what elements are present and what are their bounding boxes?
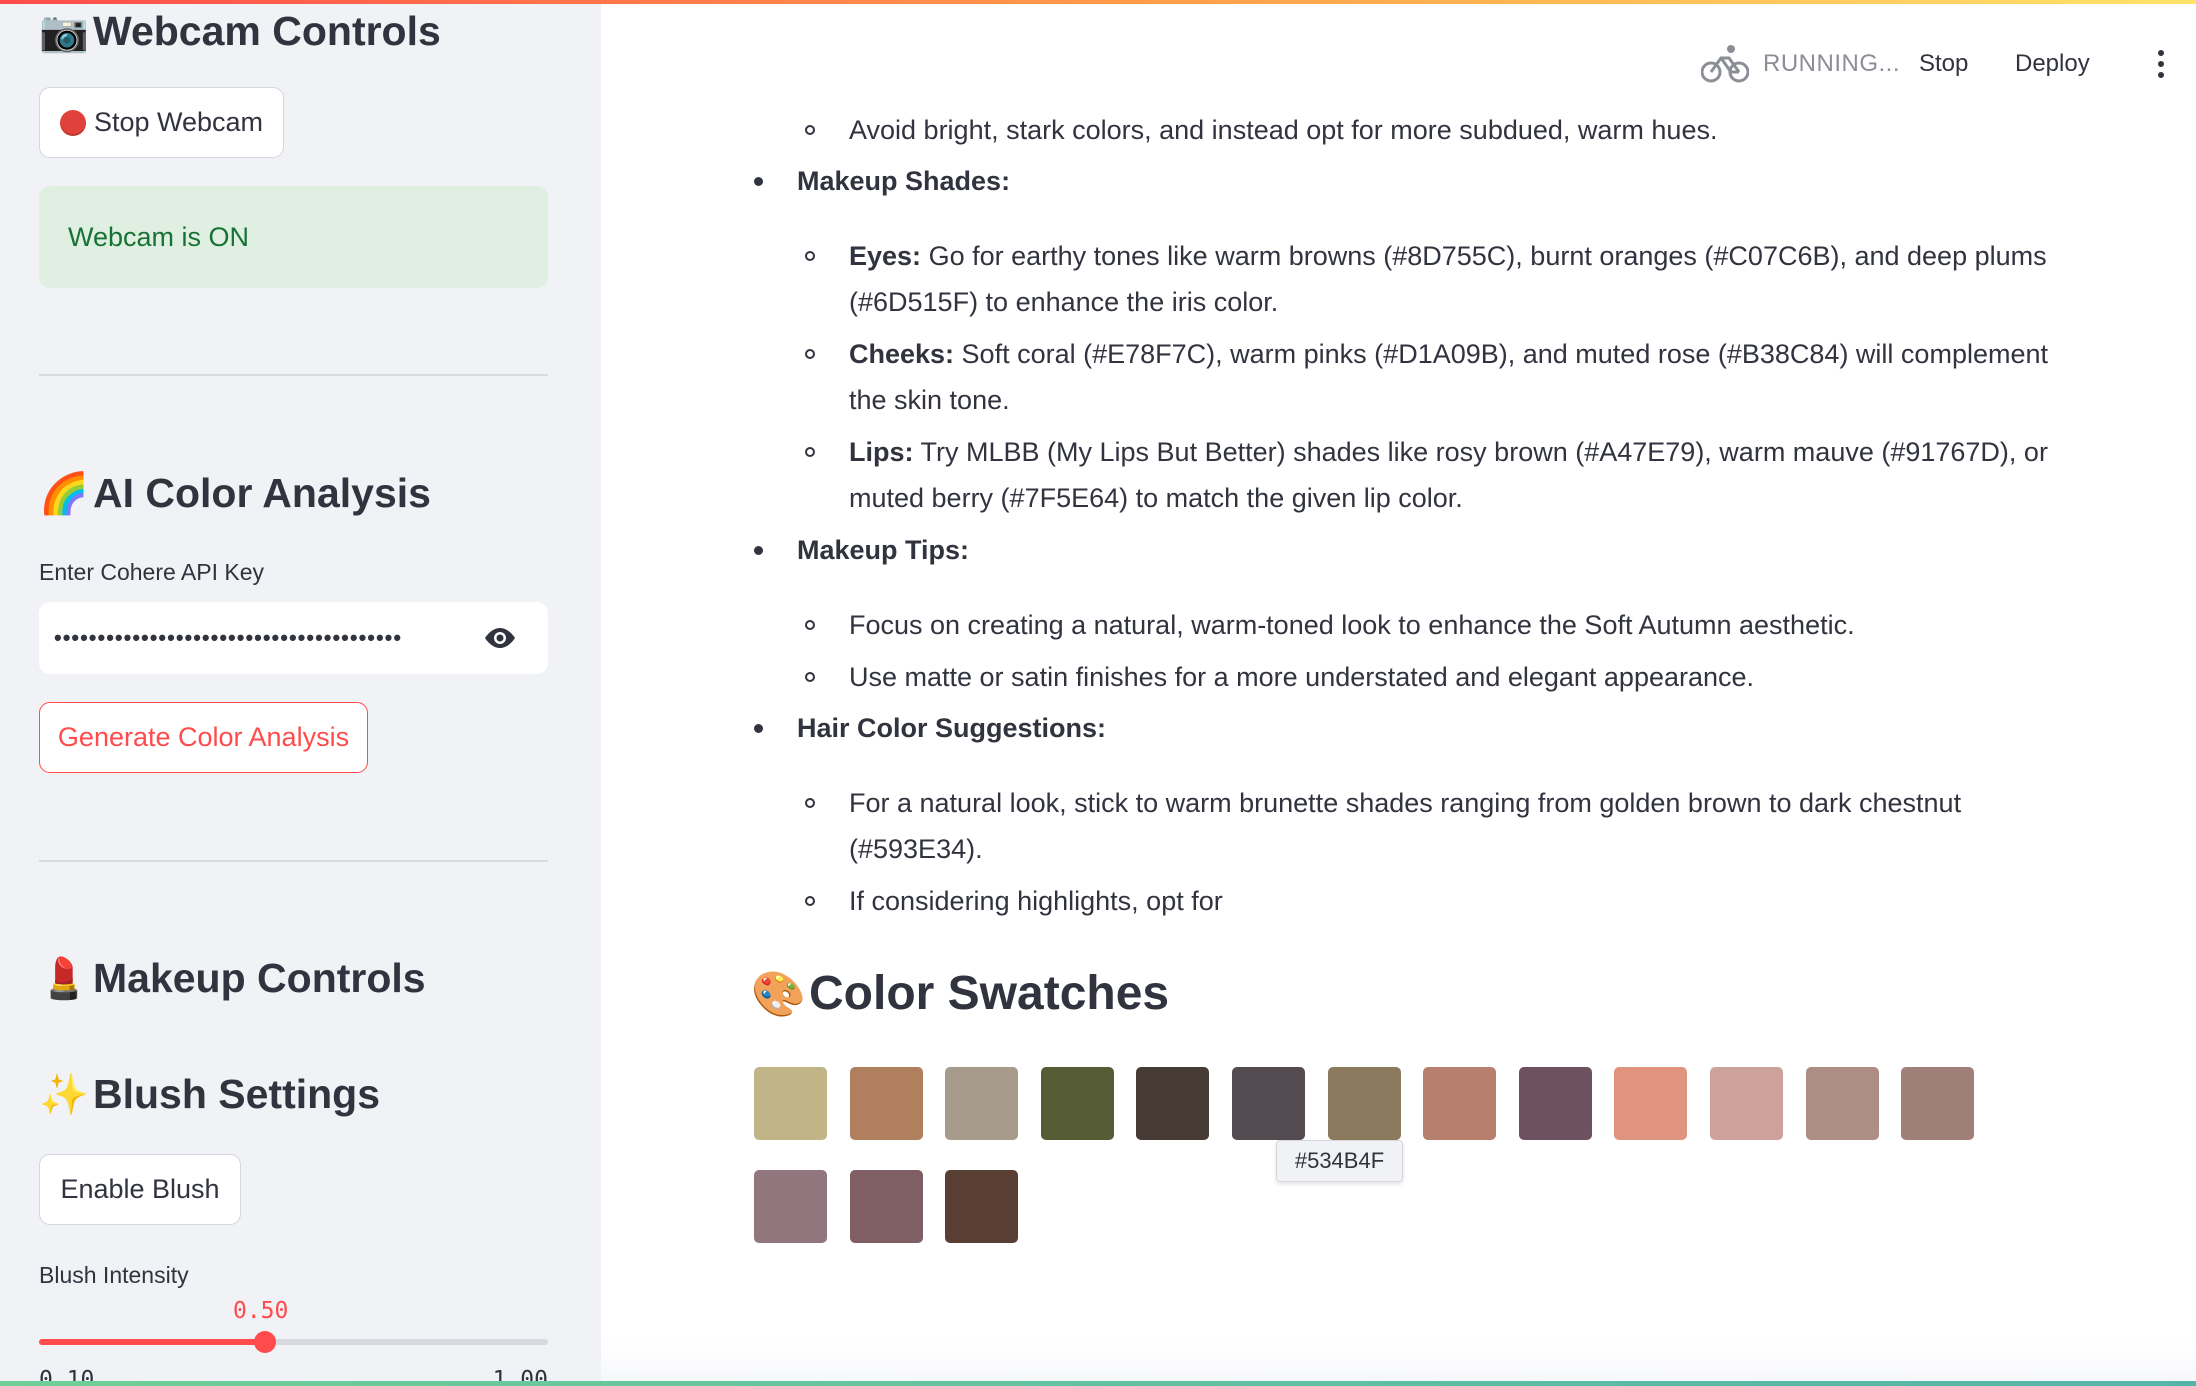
sub-bullet [805, 896, 815, 906]
hair-1-line-2: (#593E34). [849, 834, 983, 864]
hair-1: For a natural look, stick to warm brunet… [849, 788, 1962, 818]
blush-intensity-label: Blush Intensity [39, 1262, 189, 1288]
sub-bullet [805, 349, 815, 359]
makeup-tips-title: Makeup Tips: [797, 535, 970, 565]
color-swatch[interactable] [754, 1067, 827, 1140]
color-swatch[interactable] [754, 1170, 827, 1243]
webcam-status-alert: Webcam is ON [39, 186, 548, 288]
sub-bullet [805, 798, 815, 808]
color-swatch[interactable] [1136, 1067, 1210, 1140]
makeup-shades-title: Makeup Shades: [797, 166, 1011, 196]
cheeks-text: Soft coral (#E78F7C), warm pinks (#D1A09… [954, 339, 2048, 369]
stop-webcam-button[interactable]: Stop Webcam [39, 87, 284, 158]
bullet [754, 724, 763, 733]
color-swatch[interactable] [1518, 1067, 1592, 1140]
cheeks-label: Cheeks: [849, 339, 955, 369]
sparkles-icon: ✨ [39, 1073, 89, 1117]
sub-bullet [805, 447, 815, 457]
running-bicycle-icon [1701, 45, 1749, 83]
ai-color-analysis-heading: 🌈 AI Color Analysis [39, 470, 431, 517]
camera-icon: 📷 [39, 10, 89, 54]
blush-settings-heading: ✨ Blush Settings [39, 1071, 380, 1118]
sub-bullet [805, 672, 815, 682]
color-swatch[interactable] [1614, 1067, 1688, 1140]
api-key-value: •••••••••••••••••••••••••••••••••••••••• [54, 625, 403, 650]
eyes-label: Eyes: [849, 241, 922, 271]
slider-fill [39, 1339, 265, 1345]
sub-bullet [805, 620, 815, 630]
cheeks-line-2: the skin tone. [849, 385, 1010, 415]
eye-icon[interactable] [482, 626, 518, 650]
color-swatch[interactable] [1710, 1067, 1783, 1140]
color-swatch[interactable] [1040, 1067, 1114, 1140]
lips-text: Try MLBB (My Lips But Better) shades lik… [913, 437, 2048, 467]
blush-intensity-value: 0.50 [232, 1298, 289, 1324]
stop-app-button[interactable]: Stop [1919, 50, 1968, 78]
hair-title: Hair Color Suggestions: [797, 713, 1107, 743]
webcam-controls-heading: 📷 Webcam Controls [39, 8, 441, 55]
enable-blush-label: Enable Blush [60, 1174, 220, 1204]
bullet [754, 546, 763, 555]
eyes-line: Eyes: Go for earthy tones like warm brow… [849, 233, 2047, 279]
main-menu-icon[interactable] [2158, 50, 2166, 78]
sub-bullet [805, 251, 815, 261]
color-swatch[interactable] [1327, 1067, 1401, 1140]
rainbow-icon: 🌈 [39, 472, 89, 516]
stop-webcam-label: Stop Webcam [93, 107, 264, 137]
bottom-decoration-bar [0, 1381, 2196, 1386]
webcam-status-text: Webcam is ON [68, 221, 250, 252]
sidebar: 📷 Webcam Controls Stop Webcam Webcam is … [0, 0, 601, 1386]
color-swatch[interactable] [945, 1170, 1019, 1243]
running-status: RUNNING... [1763, 50, 1900, 77]
color-swatches-heading: 🎨 Color Swatches [751, 966, 1169, 1021]
color-swatch[interactable] [1232, 1067, 1305, 1140]
sidebar-divider [39, 374, 548, 376]
top-decoration-bar [0, 0, 2196, 4]
palette-icon: 🎨 [751, 969, 806, 1019]
sidebar-divider [39, 860, 548, 862]
lipstick-icon: 💄 [39, 957, 89, 1001]
tip-2: Use matte or satin finishes for a more u… [849, 662, 1755, 692]
swatch-tooltip: #534B4F [1276, 1140, 1403, 1182]
lips-line: Lips: Try MLBB (My Lips But Better) shad… [849, 429, 2048, 475]
app-header: RUNNING... Stop Deploy [601, 0, 2196, 110]
generate-color-analysis-button[interactable]: Generate Color Analysis [39, 702, 368, 773]
makeup-controls-heading: 💄 Makeup Controls [39, 955, 426, 1002]
color-swatch[interactable] [1423, 1067, 1497, 1140]
eyes-line-2: (#6D515F) to enhance the iris color. [849, 287, 1279, 317]
deploy-button[interactable]: Deploy [2015, 50, 2090, 78]
api-key-input[interactable]: •••••••••••••••••••••••••••••••••••••••• [39, 602, 548, 674]
lips-line-2: muted berry (#7F5E64) to match the given… [849, 483, 1463, 513]
api-key-label: Enter Cohere API Key [39, 559, 265, 585]
color-swatch[interactable] [849, 1170, 923, 1243]
stop-sign-icon [59, 109, 86, 136]
blush-settings-title: Blush Settings [93, 1071, 381, 1117]
bottom-fade [601, 1341, 2196, 1381]
blush-intensity-slider[interactable] [39, 1331, 548, 1353]
slider-thumb[interactable] [253, 1331, 276, 1353]
generate-color-analysis-label: Generate Color Analysis [57, 722, 350, 752]
cheeks-line: Cheeks: Soft coral (#E78F7C), warm pinks… [849, 331, 2048, 377]
color-swatch[interactable] [849, 1067, 923, 1140]
color-swatch[interactable] [1901, 1067, 1975, 1140]
makeup-controls-title: Makeup Controls [93, 955, 426, 1001]
tip-1: Focus on creating a natural, warm-toned … [849, 610, 1855, 640]
bullet [754, 177, 763, 186]
sub-bullet [805, 125, 815, 135]
webcam-controls-title: Webcam Controls [93, 8, 441, 54]
makeup-tips-heading: Makeup Tips: [797, 527, 969, 573]
lips-label: Lips: [849, 437, 914, 467]
color-swatch[interactable] [945, 1067, 1019, 1140]
avoid-text: Avoid bright, stark colors, and instead … [849, 115, 1718, 145]
hair-2: If considering highlights, opt for [849, 886, 1223, 916]
color-swatches-title: Color Swatches [809, 967, 1170, 1020]
eyes-text: Go for earthy tones like warm browns (#8… [921, 241, 2047, 271]
main-content: Avoid bright, stark colors, and instead … [601, 0, 2196, 1386]
hair-heading: Hair Color Suggestions: [797, 705, 1106, 751]
enable-blush-button[interactable]: Enable Blush [39, 1154, 241, 1225]
ai-color-analysis-title: AI Color Analysis [93, 470, 431, 516]
makeup-shades-heading: Makeup Shades: [797, 158, 1010, 204]
color-swatch[interactable] [1805, 1067, 1879, 1140]
